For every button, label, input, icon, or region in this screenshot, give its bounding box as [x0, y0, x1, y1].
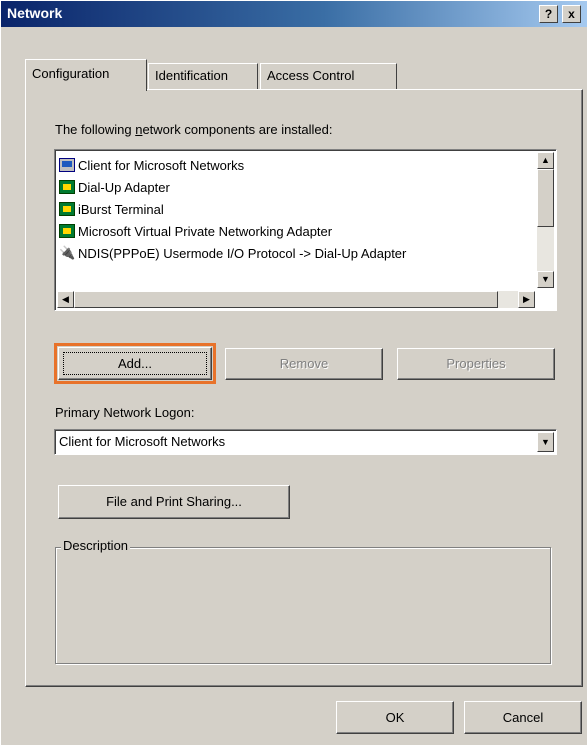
scroll-thumb[interactable]: [537, 169, 554, 227]
scroll-down-icon[interactable]: ▼: [537, 271, 554, 288]
network-adapter-icon: [59, 202, 75, 216]
network-dialog: Network ? x Configuration Identification…: [0, 0, 587, 745]
description-label: Description: [61, 538, 131, 553]
scroll-left-icon[interactable]: ◀: [57, 291, 74, 308]
network-adapter-icon: [59, 224, 75, 238]
list-item[interactable]: Microsoft Virtual Private Networking Ada…: [59, 220, 332, 242]
protocol-icon: 🔌: [59, 245, 76, 260]
remove-button-label: Remove: [279, 356, 329, 371]
computer-icon: [59, 158, 75, 172]
list-item-label: NDIS(PPPoE) Usermode I/O Protocol -> Dia…: [78, 245, 407, 261]
tab-identification[interactable]: Identification: [148, 63, 258, 89]
tab-access-control[interactable]: Access Control: [260, 63, 397, 89]
file-print-sharing-button[interactable]: File and Print Sharing...: [58, 485, 290, 519]
list-item-label: Dial-Up Adapter: [78, 179, 170, 195]
logon-label: Primary Network Logon:: [55, 405, 195, 420]
list-item[interactable]: Dial-Up Adapter: [59, 176, 170, 198]
list-item-label: Microsoft Virtual Private Networking Ada…: [78, 223, 333, 239]
logon-value: Client for Microsoft Networks: [59, 434, 226, 449]
components-label: The following network components are ins…: [55, 122, 333, 137]
remove-button[interactable]: Remove: [225, 348, 383, 380]
list-item[interactable]: iBurst Terminal: [59, 198, 164, 220]
ok-button[interactable]: OK: [336, 701, 454, 734]
list-item[interactable]: 🔌 NDIS(PPPoE) Usermode I/O Protocol -> D…: [59, 242, 406, 264]
chevron-down-icon[interactable]: ▼: [537, 432, 554, 452]
properties-button[interactable]: Properties: [397, 348, 555, 380]
list-item-label: iBurst Terminal: [78, 201, 164, 217]
properties-button-label: Properties: [446, 356, 506, 371]
add-button-highlight: [54, 343, 216, 384]
horizontal-scrollbar[interactable]: ◀ ▶: [57, 291, 535, 308]
scroll-up-icon[interactable]: ▲: [537, 152, 554, 169]
vertical-scrollbar[interactable]: ▲ ▼: [537, 152, 554, 288]
cancel-button-label: Cancel: [502, 710, 544, 725]
components-list[interactable]: Client for Microsoft Networks Dial-Up Ad…: [54, 149, 557, 311]
tab-configuration[interactable]: Configuration: [25, 59, 147, 91]
list-item-label: Client for Microsoft Networks: [78, 157, 245, 173]
help-button[interactable]: ?: [539, 5, 558, 23]
close-button[interactable]: x: [562, 5, 581, 23]
scroll-right-icon[interactable]: ▶: [518, 291, 535, 308]
ok-button-label: OK: [385, 710, 405, 725]
list-item[interactable]: Client for Microsoft Networks: [59, 154, 244, 176]
window-title: Network: [7, 5, 63, 21]
file-print-sharing-label: File and Print Sharing...: [106, 494, 242, 509]
scroll-thumb[interactable]: [74, 291, 498, 308]
title-bar[interactable]: Network ? x: [1, 1, 587, 27]
cancel-button[interactable]: Cancel: [464, 701, 582, 734]
description-group: [55, 547, 551, 664]
logon-select[interactable]: Client for Microsoft Networks ▼: [54, 429, 557, 455]
network-adapter-icon: [59, 180, 75, 194]
